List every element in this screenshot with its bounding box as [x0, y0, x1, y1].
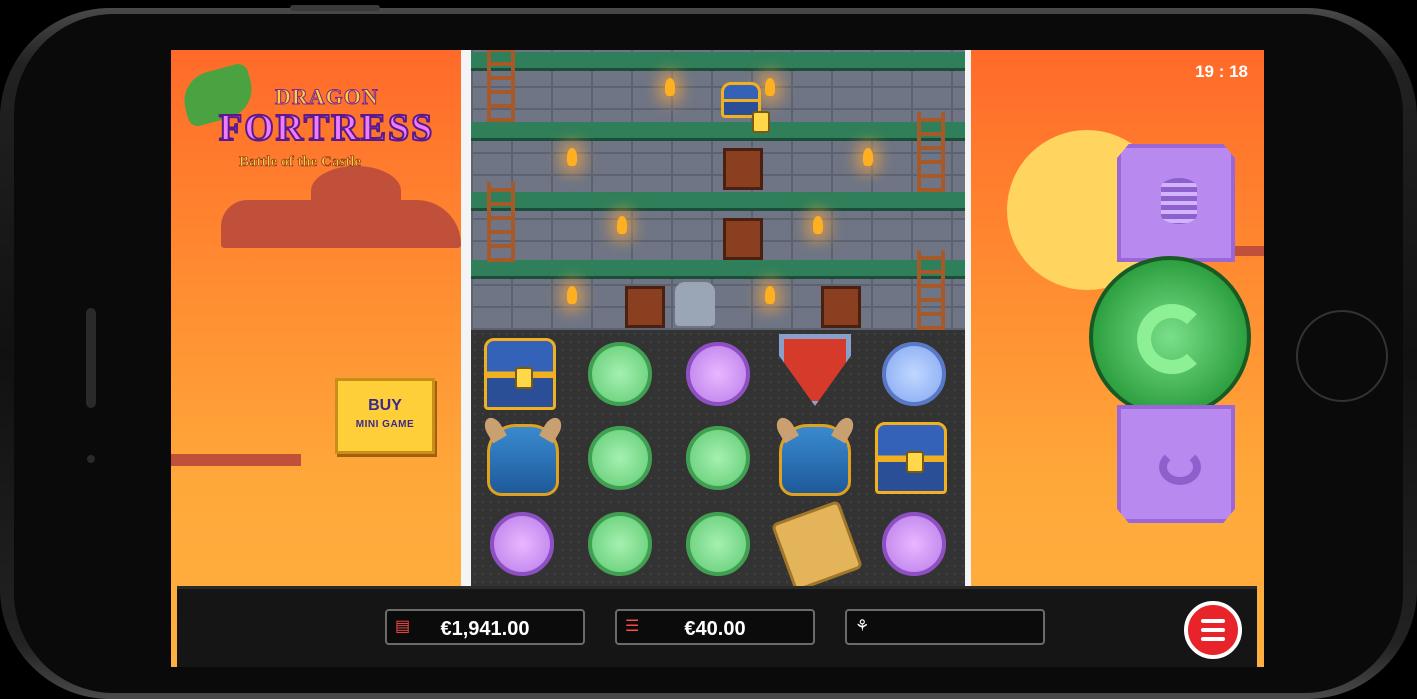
- bet-display[interactable]: ☰ €40.00: [615, 609, 815, 645]
- buy-mini-game-button[interactable]: BUY MINI GAME: [335, 378, 435, 454]
- green-coin-icon: [584, 422, 656, 494]
- autoplay-icon: [1159, 449, 1201, 485]
- game-logo: DRAGON FORTRESS Battle of the Castle: [177, 61, 443, 170]
- game-screen: 19 : 18 DRAGON FORTRESS Battle of the Ca…: [171, 50, 1264, 667]
- treasure-chest-icon: [875, 422, 947, 494]
- torch-icon: [863, 148, 873, 166]
- torch-icon: [813, 216, 823, 234]
- purple-coin-icon: [878, 508, 950, 580]
- menu-icon-bar: [1201, 628, 1225, 632]
- logo-line-2: FORTRESS: [218, 106, 435, 150]
- trophy-icon: ⚘: [855, 618, 870, 635]
- treasure-chest-icon: [721, 82, 770, 133]
- blue-coin-icon: [878, 338, 950, 410]
- knight-character: [675, 282, 715, 326]
- torch-icon: [567, 148, 577, 166]
- phone-home-button: [1296, 310, 1388, 402]
- castle-door: [625, 286, 665, 328]
- castle-door: [723, 148, 763, 190]
- bet-coins-button[interactable]: [1117, 144, 1235, 262]
- menu-icon-bar: [1201, 637, 1225, 641]
- ladder: [917, 112, 945, 192]
- treasure-chest-icon: [484, 338, 556, 410]
- knight-helmet-icon: [779, 424, 851, 496]
- purple-coin-icon: [682, 338, 754, 410]
- bet-value: €40.00: [684, 618, 746, 640]
- knight-helmet-icon: [487, 424, 559, 496]
- torch-icon: [765, 286, 775, 304]
- autoplay-button[interactable]: [1117, 405, 1235, 523]
- menu-button[interactable]: [1184, 601, 1242, 659]
- coins-icon: [1161, 178, 1197, 224]
- cloud: [171, 454, 301, 466]
- green-coin-icon: [682, 508, 754, 580]
- castle-door: [723, 218, 763, 260]
- ladder: [487, 50, 515, 122]
- balance-value: €1,941.00: [440, 618, 530, 640]
- phone-speaker: [86, 308, 96, 408]
- ladder: [487, 182, 515, 262]
- green-coin-icon: [584, 508, 656, 580]
- spin-button[interactable]: [1089, 256, 1251, 418]
- purple-coin-icon: [486, 508, 558, 580]
- bottom-bar: ▤ €1,941.00 ☰ €40.00 ⚘: [177, 586, 1257, 667]
- torch-icon: [765, 78, 775, 96]
- castle-ledge: [471, 122, 965, 141]
- torch-icon: [567, 286, 577, 304]
- balance-display: ▤ €1,941.00: [385, 609, 585, 645]
- castle-wall: [471, 50, 965, 330]
- menu-icon-bar: [1201, 619, 1225, 623]
- castle-door: [821, 286, 861, 328]
- castle-ledge: [471, 192, 965, 211]
- castle-ledge: [471, 52, 965, 71]
- castle-ledge: [471, 260, 965, 279]
- clock: 19 : 18: [1195, 62, 1248, 81]
- green-coin-icon: [584, 338, 656, 410]
- logo-line-3: Battle of the Castle: [239, 154, 362, 171]
- phone-side-button: [290, 5, 380, 11]
- cloud: [311, 166, 401, 216]
- torch-icon: [665, 78, 675, 96]
- ladder: [917, 250, 945, 330]
- win-display: ⚘: [845, 609, 1045, 645]
- buy-label: BUY: [368, 397, 402, 414]
- green-coin-icon: [682, 422, 754, 494]
- spin-arrow-icon: [1137, 304, 1207, 374]
- phone-camera: [87, 455, 95, 463]
- mini-game-label: MINI GAME: [355, 419, 415, 430]
- torch-icon: [617, 216, 627, 234]
